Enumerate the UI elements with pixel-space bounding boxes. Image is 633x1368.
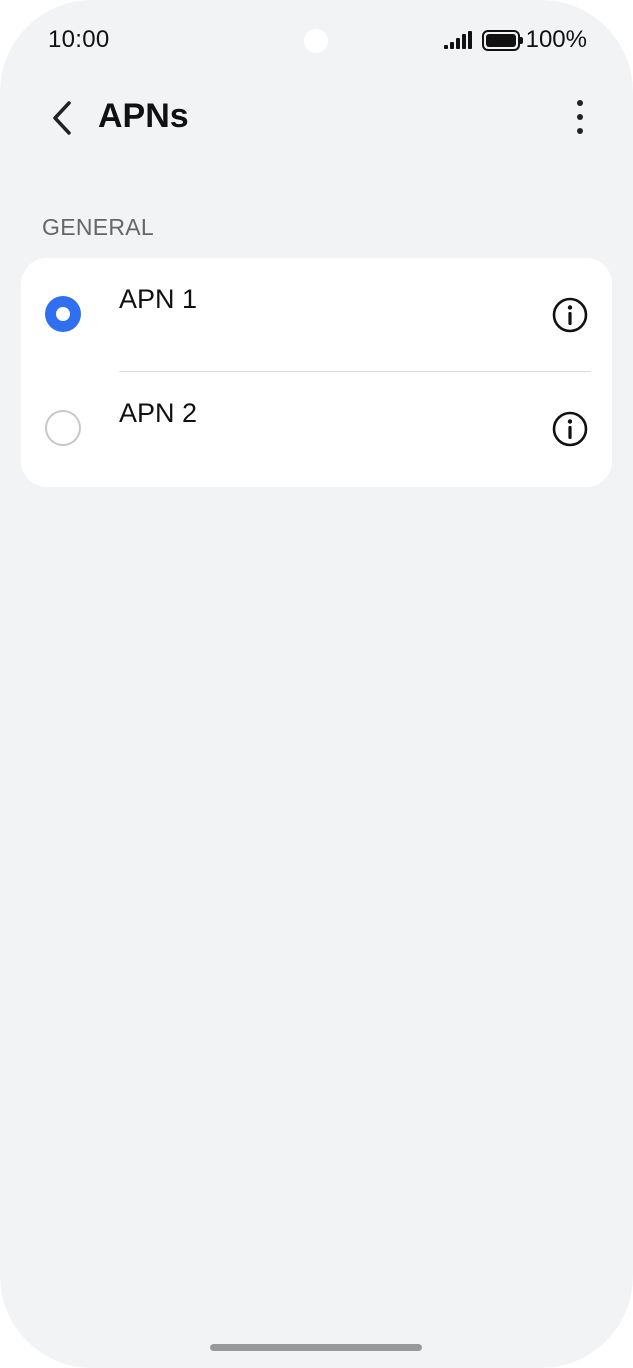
info-icon	[552, 411, 588, 447]
chevron-left-icon	[53, 101, 71, 135]
signal-icon	[443, 31, 472, 49]
apn-item-label: APN 1	[119, 284, 198, 314]
more-vert-icon-dot	[577, 100, 583, 106]
more-options-button[interactable]	[560, 94, 600, 140]
home-indicator[interactable]	[210, 1344, 422, 1351]
apn-item-2[interactable]: APN 2	[21, 372, 612, 486]
section-header: GENERAL	[42, 214, 155, 240]
radio-button-unselected[interactable]	[45, 410, 81, 446]
apn-list-card: APN 1 APN 2	[21, 258, 612, 487]
phone-screen: 10:00 100% APNs GENERAL APN 1 APN 2	[0, 0, 633, 1368]
back-button[interactable]	[40, 96, 84, 140]
apn-item-1[interactable]: APN 1	[21, 258, 612, 372]
more-vert-icon-dot	[577, 128, 583, 134]
battery-percentage: 100%	[525, 26, 587, 53]
radio-button-selected[interactable]	[45, 296, 81, 332]
page-title: APNs	[98, 97, 189, 135]
battery-icon	[481, 29, 523, 51]
more-vert-icon-dot	[577, 114, 583, 120]
front-camera	[304, 29, 328, 53]
apn-item-label: APN 2	[119, 398, 198, 428]
info-button[interactable]	[551, 410, 589, 448]
status-time: 10:00	[48, 26, 110, 53]
status-indicators: 100%	[443, 26, 587, 54]
info-icon	[552, 297, 588, 333]
info-button[interactable]	[551, 296, 589, 334]
